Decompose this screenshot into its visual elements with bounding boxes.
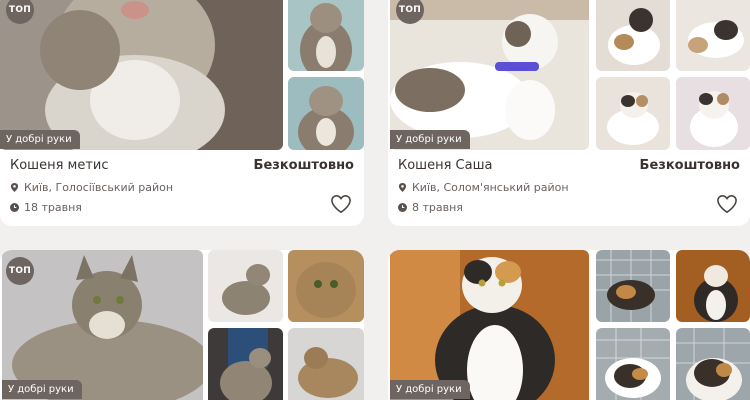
date-text: 18 травня	[24, 201, 82, 214]
main-photo[interactable]	[390, 0, 589, 150]
listing-card[interactable]: У добрі руки	[388, 250, 750, 400]
thumbnail-photo[interactable]	[288, 328, 364, 400]
thumbnail-photo[interactable]	[596, 0, 670, 71]
clock-icon	[398, 203, 407, 212]
listing-price: Безкоштовно	[253, 158, 354, 173]
availability-badge: У добрі руки	[390, 380, 470, 399]
main-photo[interactable]	[0, 0, 283, 150]
thumbnail-photo[interactable]	[676, 0, 750, 71]
thumbnail-photo[interactable]	[288, 250, 364, 322]
listing-card[interactable]: ТОП У добрі руки	[388, 0, 750, 226]
thumbnail-photo[interactable]	[596, 77, 670, 150]
main-photo[interactable]	[390, 250, 589, 400]
location-text: Київ, Голосіївський район	[24, 181, 174, 194]
heart-outline-icon[interactable]	[330, 194, 352, 214]
listing-location: Київ, Голосіївський район	[10, 181, 173, 194]
thumbnail-photo[interactable]	[288, 0, 364, 71]
thumbnail-photo[interactable]	[676, 250, 750, 322]
thumbnail-photo[interactable]	[208, 250, 283, 322]
location-text: Київ, Солом'янський район	[412, 181, 569, 194]
availability-badge: У добрі руки	[0, 130, 80, 149]
listing-date: 8 травня	[398, 201, 463, 214]
listing-date: 18 травня	[10, 201, 82, 214]
clock-icon	[10, 203, 19, 212]
listing-card[interactable]: ТОП У добрі руки Кошеня метис Безкоштовн…	[0, 0, 364, 226]
heart-outline-icon[interactable]	[716, 194, 738, 214]
availability-badge: У добрі руки	[390, 130, 470, 149]
date-text: 8 травня	[412, 201, 463, 214]
listing-title[interactable]: Кошеня Саша	[398, 158, 492, 173]
thumbnail-photo[interactable]	[288, 77, 364, 150]
thumbnail-photo[interactable]	[676, 328, 750, 400]
listings-grid: ТОП У добрі руки Кошеня метис Безкоштовн…	[0, 0, 750, 400]
location-pin-icon	[398, 183, 407, 192]
listing-title[interactable]: Кошеня метис	[10, 158, 109, 173]
thumbnail-photo[interactable]	[596, 250, 670, 322]
location-pin-icon	[10, 183, 19, 192]
thumbnail-photo[interactable]	[676, 77, 750, 150]
thumbnail-photo[interactable]	[208, 328, 283, 400]
listing-card[interactable]: ТОП У добрі руки	[0, 250, 364, 400]
listing-location: Київ, Солом'янський район	[398, 181, 569, 194]
listing-price: Безкоштовно	[639, 158, 740, 173]
availability-badge: У добрі руки	[2, 380, 82, 399]
top-badge: ТОП	[6, 257, 34, 285]
thumbnail-photo[interactable]	[596, 328, 670, 400]
